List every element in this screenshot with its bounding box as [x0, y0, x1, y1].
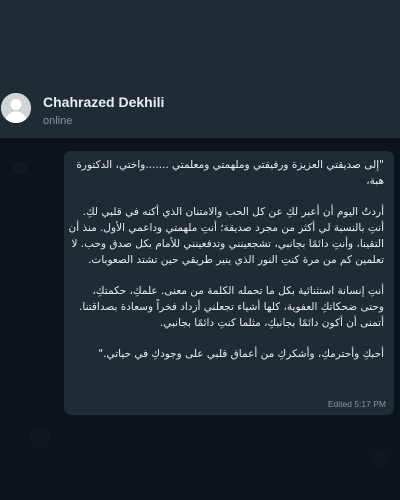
chat-screen: Chahrazed Dekhili online "إلى صديقتي الع…: [0, 0, 400, 500]
message-bubble[interactable]: "إلى صديقتي العزيزة ورفيقتي وملهمتي ومعل…: [64, 151, 394, 415]
message-paragraph: أنتِ إنسانة استثنائية بكل ما تحمله الكلم…: [79, 285, 384, 329]
contact-name[interactable]: Chahrazed Dekhili: [43, 94, 164, 110]
message-paragraph: "إلى صديقتي العزيزة ورفيقتي وملهمتي ومعل…: [76, 159, 384, 187]
avatar[interactable]: [1, 93, 31, 123]
message-paragraph: أحبكِ وأحترمكِ، وأشكركِ من أعماق قلبي عل…: [98, 348, 384, 360]
message-timestamp: Edited 5:17 PM: [327, 399, 386, 409]
contact-status: online: [43, 115, 73, 127]
default-avatar-icon: [1, 93, 31, 123]
message-text: "إلى صديقتي العزيزة ورفيقتي وملهمتي ومعل…: [68, 157, 384, 362]
chat-header: Chahrazed Dekhili online: [0, 0, 400, 138]
message-paragraph: أردتُ اليوم أن أعبر لكِ عن كل الحب والام…: [68, 206, 384, 266]
